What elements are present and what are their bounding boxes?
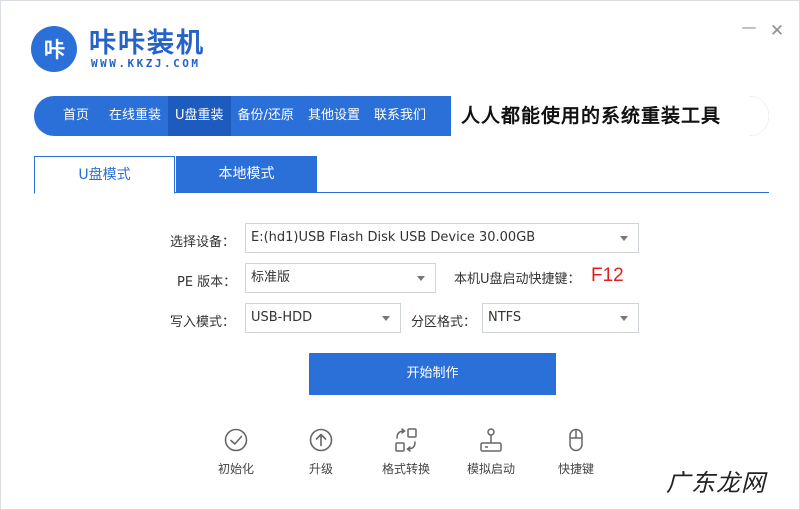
nav-item-home[interactable]: 首页 [56, 96, 96, 136]
nav-item-other-settings[interactable]: 其他设置 [301, 96, 367, 136]
tool-upgrade-label: 升级 [308, 462, 333, 476]
pe-version-select[interactable]: 标准版 [245, 263, 436, 293]
app-window: 咔 咔咔装机 WWW.KKZJ.COM — ✕ 首页 在线重装 U盘重装 备份/… [0, 0, 800, 510]
nav-item-backup-restore[interactable]: 备份/还原 [231, 96, 301, 136]
minimize-button[interactable]: — [741, 19, 757, 35]
joystick-icon [480, 428, 502, 452]
nav-item-usb-reinstall[interactable]: U盘重装 [168, 96, 231, 136]
chevron-down-icon [620, 316, 628, 321]
tool-simulate-boot-label: 模拟启动 [466, 462, 515, 476]
hotkey-label: 本机U盘启动快捷键： [454, 272, 581, 287]
device-select[interactable]: E:(hd1)USB Flash Disk USB Device 30.00GB [245, 223, 639, 253]
tool-hotkey[interactable]: 快捷键 [546, 426, 606, 477]
tool-upgrade[interactable]: 升级 [291, 426, 351, 477]
tool-initialize[interactable]: 初始化 [206, 426, 266, 477]
tool-simulate-boot[interactable]: 模拟启动 [461, 426, 521, 477]
partition-format-label: 分区格式： [411, 315, 477, 330]
write-mode-select[interactable]: USB-HDD [245, 303, 401, 333]
write-mode-value: USB-HDD [251, 310, 313, 325]
nav-item-online-reinstall[interactable]: 在线重装 [102, 96, 168, 136]
mouse-icon [569, 428, 583, 452]
tab-u-disk-mode[interactable]: U盘模式 [34, 156, 175, 194]
tool-initialize-label: 初始化 [217, 462, 254, 476]
nav-slogan: 人人都能使用的系统重装工具 [450, 96, 769, 136]
pe-version-value: 标准版 [251, 270, 291, 285]
write-mode-label: 写入模式： [170, 315, 236, 330]
device-label: 选择设备： [170, 235, 236, 250]
tool-format-convert[interactable]: 格式转换 [376, 426, 436, 477]
logo-mark: 咔 [44, 38, 65, 62]
watermark: 广东龙网 [666, 469, 766, 497]
check-circle-icon [224, 428, 248, 452]
pe-version-label: PE 版本： [177, 275, 237, 290]
app-logo: 咔 [31, 26, 77, 72]
main-nav: 首页 在线重装 U盘重装 备份/还原 其他设置 联系我们 人人都能使用的系统重装… [34, 96, 769, 136]
app-name: 咔咔装机 [89, 28, 205, 59]
convert-icon [395, 428, 417, 452]
start-create-button[interactable]: 开始制作 [309, 353, 556, 395]
chevron-down-icon [620, 236, 628, 241]
partition-format-value: NTFS [488, 310, 522, 325]
device-select-value: E:(hd1)USB Flash Disk USB Device 30.00GB [251, 230, 536, 245]
close-button[interactable]: ✕ [769, 23, 785, 40]
chevron-down-icon [382, 316, 390, 321]
tool-format-convert-label: 格式转换 [381, 462, 430, 476]
partition-format-select[interactable]: NTFS [482, 303, 639, 333]
mode-tabs: U盘模式 本地模式 [34, 156, 769, 194]
hotkey-value: F12 [591, 265, 624, 286]
chevron-down-icon [417, 276, 425, 281]
app-url: WWW.KKZJ.COM [91, 57, 201, 70]
nav-item-contact-us[interactable]: 联系我们 [367, 96, 433, 136]
arrow-up-circle-icon [309, 428, 333, 452]
tool-hotkey-label: 快捷键 [557, 462, 594, 476]
tab-local-mode[interactable]: 本地模式 [176, 156, 317, 193]
